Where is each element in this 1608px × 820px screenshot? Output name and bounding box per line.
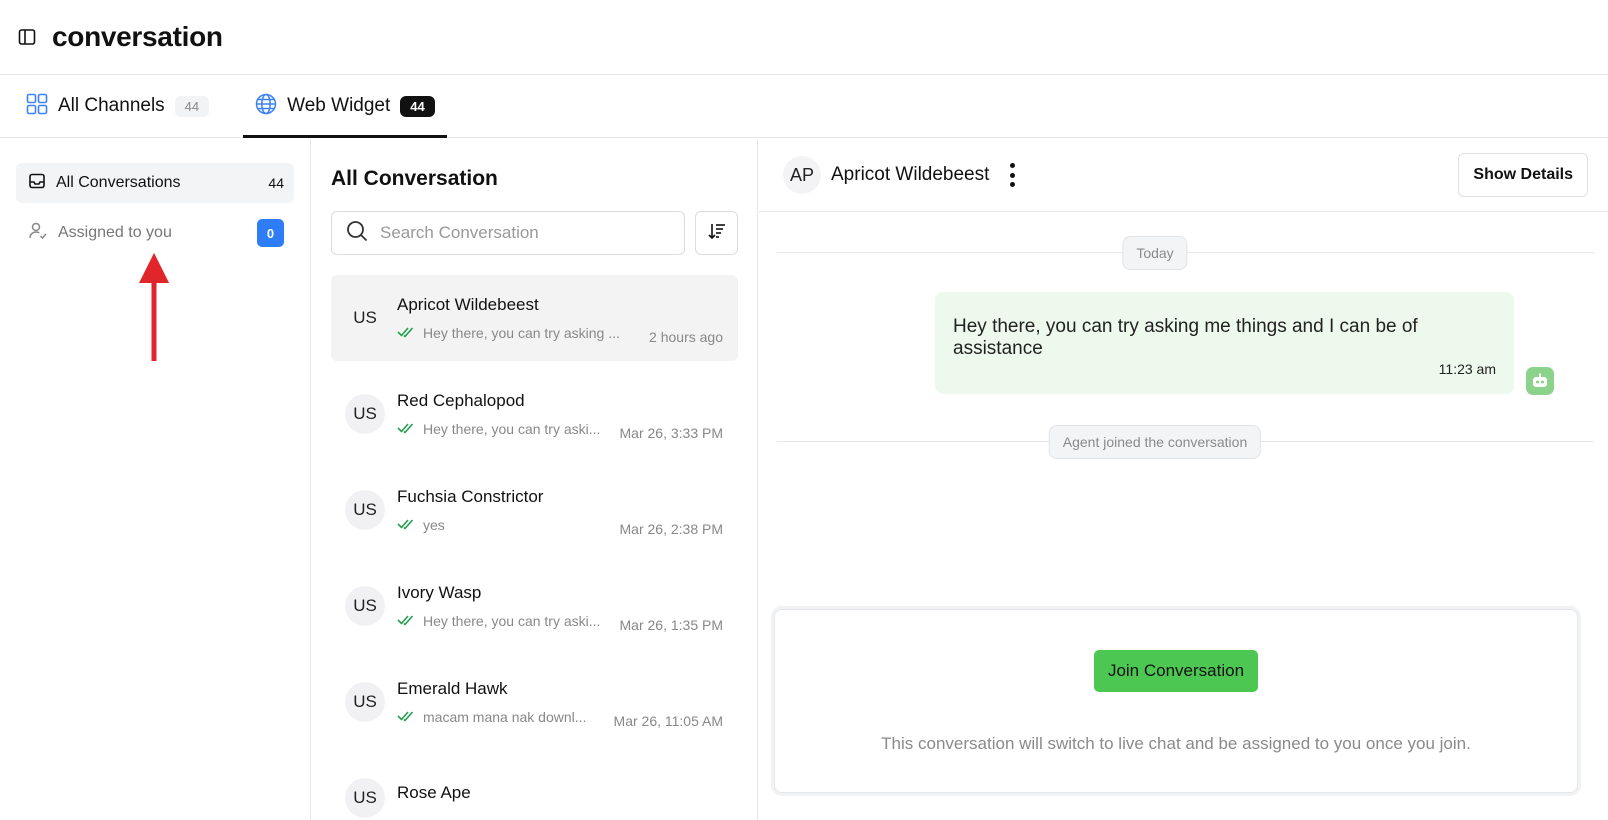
chat-header: AP Apricot Wildebeest Show Details	[759, 139, 1608, 212]
search-box[interactable]	[331, 211, 686, 255]
globe-icon	[255, 93, 277, 120]
conversation-preview: macam mana nak downl...	[423, 709, 587, 725]
sidebar-toggle-icon[interactable]	[16, 26, 38, 48]
conversation-item[interactable]: US Rose Ape	[331, 755, 738, 820]
conversation-item[interactable]: US Emerald Hawk macam mana nak downl... …	[331, 659, 738, 745]
tab-label: All Channels	[58, 95, 165, 116]
avatar: US	[345, 490, 385, 530]
join-conversation-card: Join Conversation This conversation will…	[774, 609, 1578, 793]
message-time: 11:23 am	[1438, 361, 1496, 377]
page-title: conversation	[52, 21, 223, 52]
message-bubble: Hey there, you can try asking me things …	[935, 292, 1514, 394]
conversation-name: Red Cephalopod	[397, 391, 525, 410]
sidebar-item-label: All Conversations	[56, 174, 181, 191]
conversation-time: Mar 26, 11:05 AM	[613, 713, 723, 729]
conversation-name: Fuchsia Constrictor	[397, 487, 544, 506]
avatar: US	[345, 778, 385, 818]
double-check-icon	[397, 517, 415, 533]
search-row	[331, 211, 738, 255]
show-details-button[interactable]: Show Details	[1458, 153, 1588, 197]
sidebar-item-label: Assigned to you	[58, 224, 172, 241]
double-check-icon	[397, 709, 415, 725]
contact-name: Apricot Wildebeest	[831, 164, 990, 185]
tab-label: Web Widget	[287, 95, 391, 116]
conversation-item[interactable]: US Apricot Wildebeest Hey there, you can…	[331, 275, 738, 361]
avatar: US	[353, 308, 377, 327]
date-separator: Today	[1122, 236, 1188, 270]
avatar: AP	[783, 156, 821, 194]
list-title: All Conversation	[331, 167, 498, 190]
top-bar: conversation	[0, 0, 1608, 75]
double-check-icon	[397, 325, 415, 341]
conversation-time: 2 hours ago	[649, 329, 723, 345]
red-arrow-annotation	[136, 251, 172, 368]
inbox-icon	[28, 172, 46, 195]
conversation-preview: Hey there, you can try asking ...	[423, 325, 620, 341]
conversation-item[interactable]: US Ivory Wasp Hey there, you can try ask…	[331, 563, 738, 649]
bot-icon	[1526, 367, 1554, 395]
event-separator: Agent joined the conversation	[1048, 425, 1262, 459]
conversation-preview: yes	[423, 517, 445, 533]
conversation-item[interactable]: US Fuchsia Constrictor yes Mar 26, 2:38 …	[331, 467, 738, 553]
conversation-item[interactable]: US Red Cephalopod Hey there, you can try…	[331, 371, 738, 457]
tab-all-channels[interactable]: All Channels 44	[14, 75, 221, 137]
grid-icon	[26, 93, 48, 120]
sidebar-item-all-conversations[interactable]: All Conversations 44	[16, 163, 294, 203]
conversation-time: Mar 26, 3:33 PM	[619, 425, 724, 441]
conversation-list-panel: All Conversation US Apricot Wildebeest H…	[312, 139, 758, 820]
conversation-name: Apricot Wildebeest	[397, 295, 539, 314]
conversation-filters-sidebar: All Conversations 44 Assigned to you 0	[0, 139, 311, 820]
more-options-icon[interactable]	[1007, 163, 1017, 187]
user-check-icon	[28, 221, 48, 246]
conversation-time: Mar 26, 2:38 PM	[619, 521, 724, 537]
search-icon	[346, 220, 368, 247]
avatar: US	[345, 586, 385, 626]
conversation-name: Rose Ape	[397, 783, 471, 802]
tab-web-widget[interactable]: Web Widget 44	[243, 75, 447, 138]
avatar: US	[345, 394, 385, 434]
sort-button[interactable]	[695, 211, 738, 255]
sidebar-item-count: 44	[268, 175, 284, 191]
chat-panel: AP Apricot Wildebeest Show Details Today…	[759, 139, 1608, 820]
sidebar-item-assigned-to-you[interactable]: Assigned to you 0	[16, 213, 294, 253]
conversation-preview: Hey there, you can try aski...	[423, 421, 601, 437]
tab-count: 44	[400, 95, 435, 117]
conversation-name: Emerald Hawk	[397, 679, 508, 698]
join-conversation-button[interactable]: Join Conversation	[1093, 650, 1259, 692]
conversation-name: Ivory Wasp	[397, 583, 482, 602]
message-text: Hey there, you can try asking me things …	[953, 316, 1418, 359]
conversation-preview: Hey there, you can try aski...	[423, 613, 601, 629]
join-note: This conversation will switch to live ch…	[881, 734, 1471, 753]
double-check-icon	[397, 613, 415, 629]
tab-count: 44	[174, 95, 210, 117]
channel-tabs: All Channels 44 Web Widget 44	[0, 75, 1608, 138]
double-check-icon	[397, 421, 415, 437]
sort-descending-icon	[707, 221, 727, 246]
conversation-time: Mar 26, 1:35 PM	[619, 617, 724, 633]
avatar: US	[345, 682, 385, 722]
search-input[interactable]	[380, 223, 660, 243]
assigned-count-badge: 0	[257, 219, 284, 247]
